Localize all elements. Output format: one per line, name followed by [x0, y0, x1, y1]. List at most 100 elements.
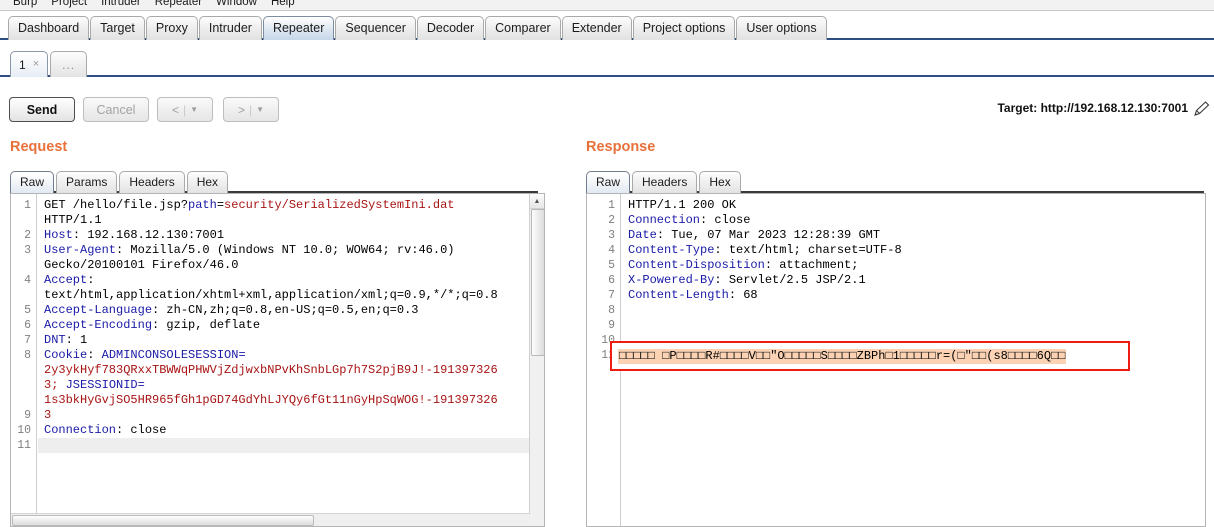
line-number: [11, 393, 36, 408]
code-token: X-Powered-By: [628, 273, 715, 287]
scrollbar-thumb[interactable]: [12, 515, 314, 526]
forward-button: > | ▼: [223, 97, 279, 122]
request-raw-text[interactable]: GET /hello/file.jsp?path=security/Serial…: [38, 194, 530, 526]
menu-item-window[interactable]: Window: [209, 0, 264, 9]
main-tab-intruder[interactable]: Intruder: [198, 16, 262, 40]
code-token: security/SerializedSystemIni.dat: [224, 198, 455, 212]
code-token: 3: [44, 408, 52, 422]
line-number: [11, 363, 36, 378]
request-editor-pane[interactable]: 1 2 3 4 5 6 7 8 9 10 11 GET /hello/file.jsp?path=s…: [10, 193, 545, 527]
scroll-up-icon[interactable]: ▲: [530, 194, 544, 209]
close-icon[interactable]: ×: [33, 59, 39, 70]
code-token: Accept-Language: [44, 303, 153, 317]
menu-item-repeater[interactable]: Repeater: [148, 0, 209, 9]
request-tab-hex[interactable]: Hex: [186, 171, 229, 193]
code-token: Connection: [628, 213, 701, 227]
code-token: :: [87, 348, 102, 362]
main-tab-user-options[interactable]: User options: [736, 16, 827, 40]
line-number: [11, 213, 36, 228]
code-line: User-Agent: Mozilla/5.0 (Windows NT 10.0…: [44, 243, 530, 258]
tab-label: Hex: [196, 175, 219, 189]
request-vertical-scrollbar[interactable]: ▲: [529, 194, 544, 526]
line-number: 8: [24, 349, 31, 362]
code-token: Cookie: [44, 348, 88, 362]
line-number: 4: [24, 274, 31, 287]
scrollbar-thumb[interactable]: [531, 209, 544, 356]
code-line: text/html,application/xhtml+xml,applicat…: [44, 288, 530, 303]
tab-label: User options: [746, 21, 817, 35]
main-tab-extender[interactable]: Extender: [561, 16, 632, 40]
code-line: Gecko/20100101 Firefox/46.0: [44, 258, 530, 273]
menu-item-burp[interactable]: Burp: [6, 0, 44, 9]
request-horizontal-scrollbar[interactable]: [11, 513, 530, 526]
main-tab-sequencer[interactable]: Sequencer: [335, 16, 416, 40]
line-number: 5: [608, 259, 615, 272]
code-line: Cookie: ADMINCONSOLESESSION=: [44, 348, 530, 363]
main-tab-decoder[interactable]: Decoder: [416, 16, 485, 40]
tab-label: Headers: [129, 175, 175, 189]
forward-arrow-icon: >: [237, 102, 245, 117]
code-token: 2y3ykHyf783QRxxTBWWqPHWVjZdjwxbNPvKhSnbL…: [44, 363, 498, 377]
code-token: JSESSIONID=: [65, 378, 145, 392]
line-number: 9: [24, 409, 31, 422]
nav-separator: |: [182, 102, 187, 117]
back-arrow-icon: <: [171, 102, 179, 117]
response-view-tabs: Raw Headers Hex: [586, 168, 1204, 193]
menu-item-help[interactable]: Help: [264, 0, 302, 9]
response-tab-headers[interactable]: Headers: [632, 171, 698, 193]
tab-label: Intruder: [208, 21, 252, 35]
code-token: : zh-CN,zh;q=0.8,en-US;q=0.5,en;q=0.3: [152, 303, 419, 317]
code-token: text/html,application/xhtml+xml,applicat…: [44, 288, 498, 302]
main-tab-repeater[interactable]: Repeater: [262, 16, 335, 40]
code-token: 1s3bkHyGvjSO5HR965fGh1pGD74GdYhLJYQy6fGt…: [44, 393, 498, 407]
request-line-number-gutter: 1 2 3 4 5 6 7 8 9 10 11: [11, 194, 37, 526]
line-number: [11, 258, 36, 273]
main-tab-target[interactable]: Target: [90, 16, 145, 40]
code-token: : 192.168.12.130:7001: [72, 228, 225, 242]
code-line: HTTP/1.1: [44, 213, 530, 228]
line-number: 5: [24, 304, 31, 317]
response-tab-hex[interactable]: Hex: [699, 171, 741, 193]
code-token: Connection: [44, 423, 117, 437]
tab-label: Params: [66, 175, 108, 189]
line-number: 6: [608, 274, 615, 287]
chevron-down-icon[interactable]: ▼: [190, 105, 198, 114]
code-token: =: [216, 198, 225, 212]
code-token: Content-Disposition: [628, 258, 765, 272]
request-tab-headers[interactable]: Headers: [119, 171, 185, 193]
code-token: : Tue, 07 Mar 2023 12:28:39 GMT: [656, 228, 881, 242]
main-tab-proxy[interactable]: Proxy: [145, 16, 198, 40]
repeater-tab-add[interactable]: ...: [50, 51, 88, 77]
repeater-tab-1[interactable]: 1 ×: [10, 51, 49, 77]
main-tab-project-options[interactable]: Project options: [632, 16, 736, 40]
tab-label: Headers: [642, 175, 688, 189]
edit-pencil-icon[interactable]: [1192, 99, 1212, 119]
code-line: HTTP/1.1 200 OK: [628, 198, 1205, 213]
request-tab-raw[interactable]: Raw: [10, 171, 55, 193]
code-token: Content-Length: [628, 288, 729, 302]
request-tab-params[interactable]: Params: [56, 171, 118, 193]
code-line: Content-Length: 68: [628, 288, 1205, 303]
tab-label: Sequencer: [345, 21, 406, 35]
menu-item-intruder[interactable]: Intruder: [94, 0, 148, 9]
code-line: 3; JSESSIONID=: [44, 378, 530, 393]
tab-label: Dashboard: [18, 21, 80, 35]
code-token: :: [87, 273, 95, 287]
tab-label: Target: [100, 21, 135, 35]
response-panel-title: Response: [586, 139, 656, 155]
chevron-down-icon[interactable]: ▼: [256, 105, 264, 114]
main-tab-comparer[interactable]: Comparer: [485, 16, 561, 40]
send-button[interactable]: Send: [9, 97, 75, 122]
code-line: X-Powered-By: Servlet/2.5 JSP/2.1: [628, 273, 1205, 288]
code-line: Connection: close: [44, 423, 530, 438]
main-tab-dashboard[interactable]: Dashboard: [8, 16, 90, 40]
tab-label: Extender: [571, 21, 622, 35]
repeater-tab-bar: 1 ×...: [0, 46, 1214, 77]
menu-item-project[interactable]: Project: [44, 0, 94, 9]
code-token: Host: [44, 228, 73, 242]
tab-label: Proxy: [155, 21, 188, 35]
nav-separator: |: [248, 102, 253, 117]
tab-label: Repeater: [272, 21, 325, 35]
code-line: DNT: 1: [44, 333, 530, 348]
response-tab-raw[interactable]: Raw: [586, 171, 631, 193]
